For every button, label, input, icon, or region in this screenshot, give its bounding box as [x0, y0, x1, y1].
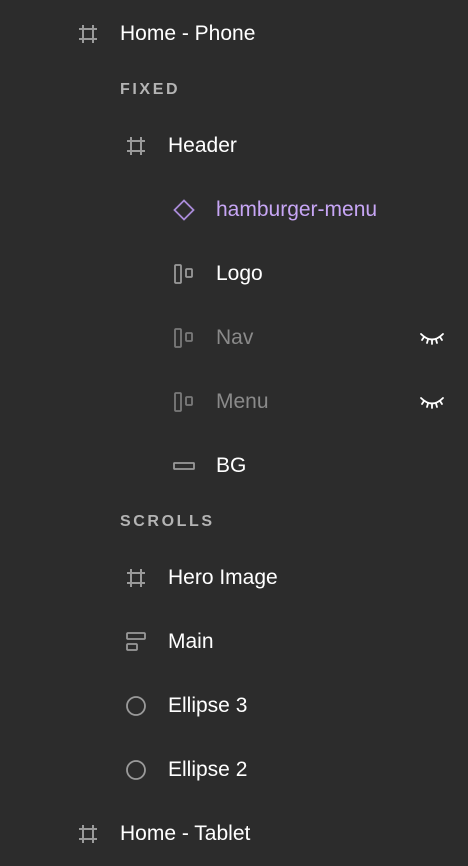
section-header-scrolls: SCROLLS	[120, 513, 215, 530]
auto-layout-icon	[172, 326, 196, 350]
layer-menu[interactable]: Menu	[0, 370, 468, 434]
layer-hamburger-menu[interactable]: hamburger-menu	[0, 178, 468, 242]
rectangle-icon	[172, 454, 196, 478]
layers-panel: Home - Phone FIXED Header hamburger-menu	[0, 0, 468, 866]
layer-ellipse-2[interactable]: Ellipse 2	[0, 738, 468, 802]
layer-nav[interactable]: Nav	[0, 306, 468, 370]
layer-ellipse-3[interactable]: Ellipse 3	[0, 674, 468, 738]
layer-label: Logo	[216, 262, 263, 285]
section-header-fixed: FIXED	[120, 81, 181, 98]
layer-home-phone[interactable]: Home - Phone	[0, 2, 468, 66]
auto-layout-icon	[172, 262, 196, 286]
frame-icon	[76, 822, 100, 846]
layer-home-tablet[interactable]: Home - Tablet	[0, 802, 468, 866]
ellipse-icon	[124, 758, 148, 782]
auto-layout-icon	[172, 390, 196, 414]
layer-label: Home - Phone	[120, 22, 256, 45]
layer-header[interactable]: Header	[0, 114, 468, 178]
layer-label: BG	[216, 454, 247, 477]
frame-icon	[124, 566, 148, 590]
layer-label: Hero Image	[168, 566, 278, 589]
hidden-eye-icon[interactable]	[418, 328, 446, 348]
layer-hero-image[interactable]: Hero Image	[0, 546, 468, 610]
layer-label: Nav	[216, 326, 254, 349]
layer-label: Ellipse 3	[168, 694, 248, 717]
component-instance-icon	[172, 198, 196, 222]
layer-main[interactable]: Main	[0, 610, 468, 674]
auto-layout-vertical-icon	[124, 630, 148, 654]
layer-label: Header	[168, 134, 237, 157]
layer-label: Ellipse 2	[168, 758, 248, 781]
layer-label: Home - Tablet	[120, 822, 251, 845]
frame-icon	[76, 22, 100, 46]
ellipse-icon	[124, 694, 148, 718]
frame-icon	[124, 134, 148, 158]
hidden-eye-icon[interactable]	[418, 392, 446, 412]
layer-label: Main	[168, 630, 214, 653]
layer-label: Menu	[216, 390, 269, 413]
layer-logo[interactable]: Logo	[0, 242, 468, 306]
layer-label: hamburger-menu	[216, 198, 378, 221]
layer-bg[interactable]: BG	[0, 434, 468, 498]
